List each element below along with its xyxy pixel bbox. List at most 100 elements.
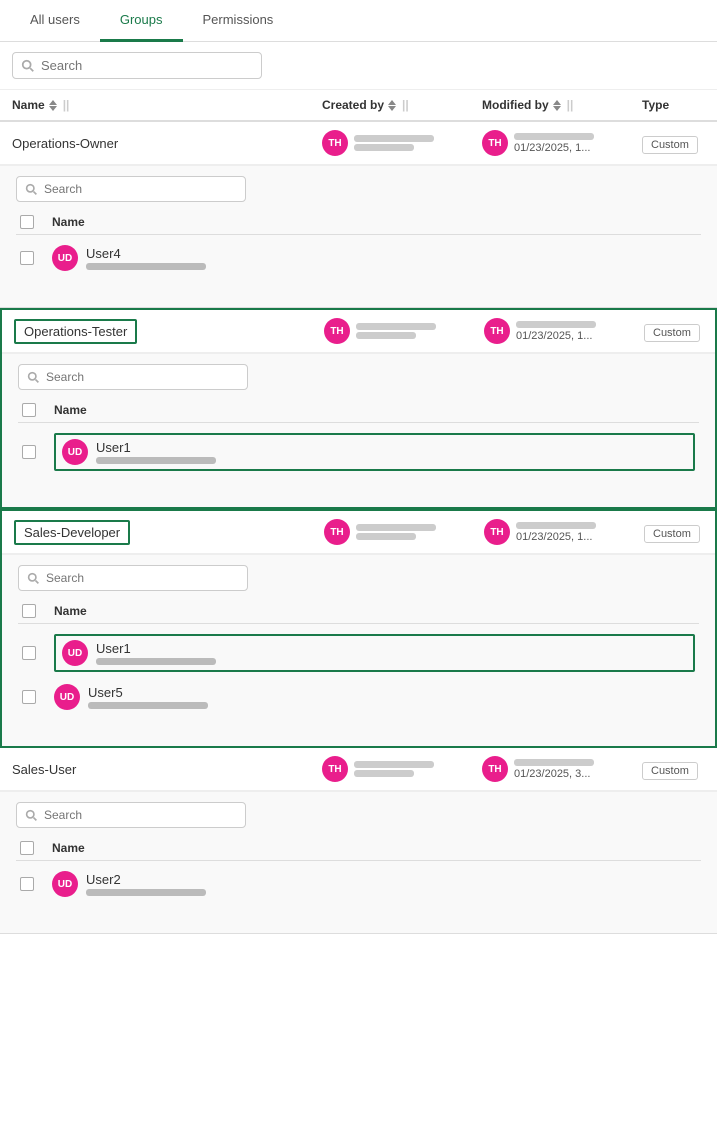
member-checkbox-0-0[interactable] (20, 251, 52, 265)
tab-permissions[interactable]: Permissions (183, 0, 294, 42)
member-name-1-0: User1 (96, 440, 216, 455)
sub-col-header-0: Name (16, 210, 701, 235)
member-checkbox-1-0[interactable] (22, 445, 54, 459)
sub-col-name-label-0: Name (52, 215, 697, 229)
group-name-3: Sales-User (12, 762, 322, 777)
date-text-3: 01/23/2025, 3... (514, 768, 594, 780)
sub-col-name-label-3: Name (52, 841, 697, 855)
col-header-created[interactable]: Created by || (322, 98, 482, 112)
group-name-1: Operations-Tester (14, 319, 324, 344)
col-header-name[interactable]: Name || (12, 98, 322, 112)
member-row-3-0: UD User2 (16, 865, 701, 903)
member-row-0-0: UD User4 (16, 239, 701, 277)
avatar-modified-0: TH (482, 130, 508, 156)
sub-col-header-2: Name (18, 599, 699, 624)
group-type-1: Custom (644, 324, 717, 339)
sub-search-input-2[interactable] (46, 571, 239, 585)
group-modified-0: TH 01/23/2025, 1... (482, 130, 642, 156)
sub-search-box-0[interactable] (16, 176, 246, 202)
sort-icon-name (49, 100, 57, 111)
avatar-created-1: TH (324, 318, 350, 344)
group-created-3: TH (322, 756, 482, 782)
sub-search-box-2[interactable] (18, 565, 248, 591)
sub-search-box-1[interactable] (18, 364, 248, 390)
group-modified-2: TH 01/23/2025, 1... (484, 519, 644, 545)
group-created-0: TH (322, 130, 482, 156)
global-search-input[interactable] (41, 58, 253, 73)
sub-table-0: Name UD User4 (0, 165, 717, 307)
sub-search-box-3[interactable] (16, 802, 246, 828)
member-user-cell-2-0: UD User1 (54, 634, 695, 672)
sub-checkbox-header-2[interactable] (22, 604, 54, 618)
avatar-modified-2: TH (484, 519, 510, 545)
col-divider-created: || (402, 98, 409, 112)
sub-checkbox-header-1[interactable] (22, 403, 54, 417)
sub-checkbox-header-0[interactable] (20, 215, 52, 229)
global-search-container (0, 42, 717, 90)
tabs-bar: All users Groups Permissions (0, 0, 717, 42)
member-checkbox-2-0[interactable] (22, 646, 54, 660)
tab-groups[interactable]: Groups (100, 0, 183, 42)
group-section-1: Operations-Tester TH TH 01/23/2025, 1...… (0, 308, 717, 509)
sub-search-input-3[interactable] (44, 808, 237, 822)
member-avatar-2-1: UD (54, 684, 80, 710)
group-section-2: Sales-Developer TH TH 01/23/2025, 1... C… (0, 509, 717, 748)
tab-all-users[interactable]: All users (10, 0, 100, 42)
member-avatar-2-0: UD (62, 640, 88, 666)
date-text-1: 01/23/2025, 1... (516, 330, 596, 342)
group-type-2: Custom (644, 525, 717, 540)
group-section-3: Sales-User TH TH 01/23/2025, 3... Custom… (0, 748, 717, 934)
date-text-0: 01/23/2025, 1... (514, 142, 594, 154)
sort-icon-created (388, 100, 396, 111)
member-avatar-1-0: UD (62, 439, 88, 465)
group-created-2: TH (324, 519, 484, 545)
group-row-2[interactable]: Sales-Developer TH TH 01/23/2025, 1... C… (2, 511, 715, 554)
group-type-3: Custom (642, 762, 717, 777)
group-created-1: TH (324, 318, 484, 344)
member-name-3-0: User2 (86, 872, 206, 887)
group-row-1[interactable]: Operations-Tester TH TH 01/23/2025, 1...… (2, 310, 715, 353)
member-name-2-0: User1 (96, 641, 216, 656)
col-divider-name: || (63, 98, 70, 112)
global-search-box[interactable] (12, 52, 262, 79)
type-badge-0[interactable]: Custom (642, 136, 698, 154)
avatar-created-0: TH (322, 130, 348, 156)
avatar-modified-1: TH (484, 318, 510, 344)
member-name-0-0: User4 (86, 246, 206, 261)
type-badge-2[interactable]: Custom (644, 525, 700, 543)
sub-col-header-1: Name (18, 398, 699, 423)
type-badge-1[interactable]: Custom (644, 324, 700, 342)
member-row-1-0: UD User1 (18, 427, 699, 477)
sub-table-1: Name UD User1 (2, 353, 715, 507)
group-row-3[interactable]: Sales-User TH TH 01/23/2025, 3... Custom (0, 748, 717, 791)
member-user-cell-0-0: UD User4 (52, 245, 697, 271)
sub-table-2: Name UD User1 UD User5 (2, 554, 715, 746)
type-badge-3[interactable]: Custom (642, 762, 698, 780)
sub-checkbox-header-3[interactable] (20, 841, 52, 855)
member-checkbox-3-0[interactable] (20, 877, 52, 891)
avatar-created-3: TH (322, 756, 348, 782)
group-name-0: Operations-Owner (12, 136, 322, 151)
member-avatar-3-0: UD (52, 871, 78, 897)
date-text-2: 01/23/2025, 1... (516, 531, 596, 543)
avatar-modified-3: TH (482, 756, 508, 782)
member-name-2-1: User5 (88, 685, 208, 700)
group-section-0: Operations-Owner TH TH 01/23/2025, 1... … (0, 122, 717, 308)
member-checkbox-2-1[interactable] (22, 690, 54, 704)
search-icon (21, 59, 35, 73)
group-name-2: Sales-Developer (14, 520, 324, 545)
col-header-modified[interactable]: Modified by || (482, 98, 642, 112)
sub-table-3: Name UD User2 (0, 791, 717, 933)
column-headers: Name || Created by || Modified by || Typ… (0, 90, 717, 122)
member-user-cell-3-0: UD User2 (52, 871, 697, 897)
col-header-type: Type (642, 98, 717, 112)
sub-search-input-0[interactable] (44, 182, 237, 196)
member-user-cell-2-1: UD User5 (54, 684, 695, 710)
group-row-0[interactable]: Operations-Owner TH TH 01/23/2025, 1... … (0, 122, 717, 165)
sub-search-input-1[interactable] (46, 370, 239, 384)
member-row-2-1: UD User5 (18, 678, 699, 716)
sub-search-icon-2 (27, 572, 40, 585)
member-user-cell-1-0: UD User1 (54, 433, 695, 471)
avatar-created-2: TH (324, 519, 350, 545)
member-avatar-0-0: UD (52, 245, 78, 271)
